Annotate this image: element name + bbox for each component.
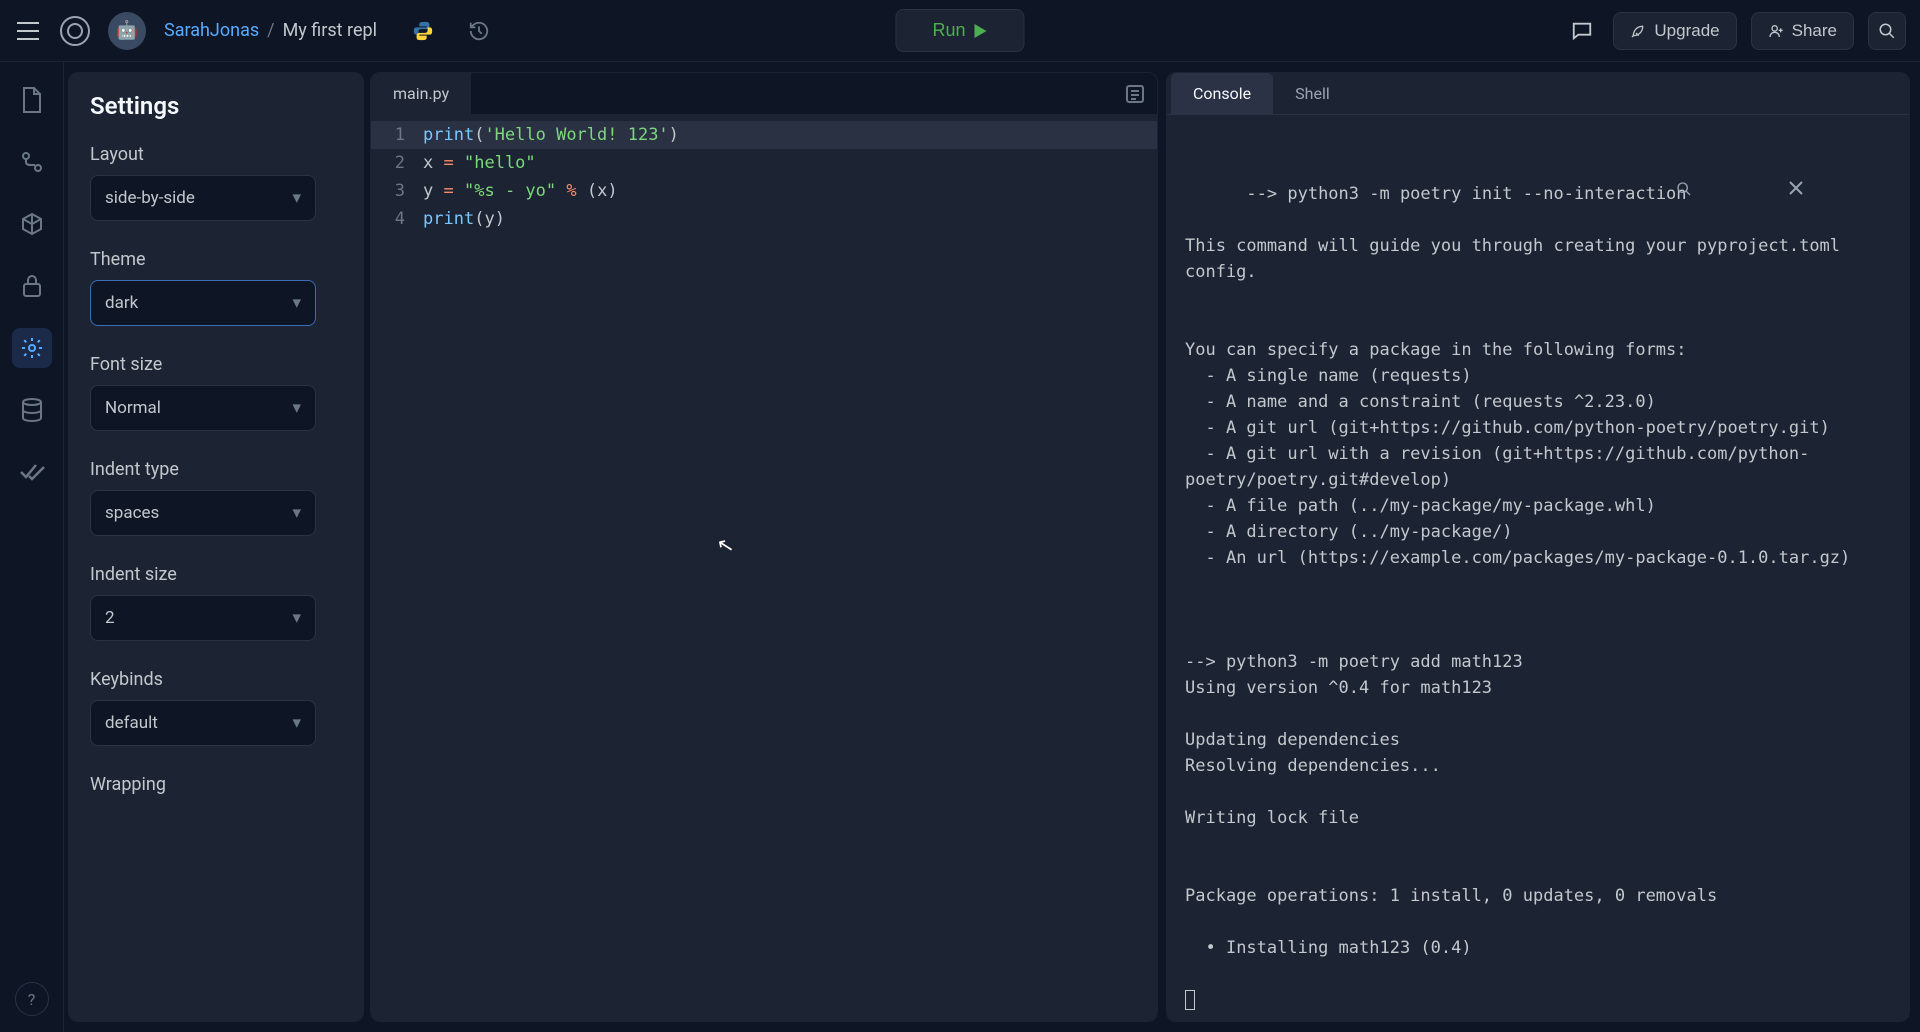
rail-secrets-icon[interactable] [12,266,52,306]
top-bar: 🤖 SarahJonas / My first repl Run Upgrade… [0,0,1920,62]
theme-select[interactable]: dark ▾ [90,280,316,326]
console-search-icon[interactable] [1676,129,1778,249]
upgrade-label: Upgrade [1654,21,1719,41]
chevron-down-icon: ▾ [292,188,301,208]
console-clear-icon[interactable] [1789,129,1891,249]
font-size-value: Normal [105,398,161,418]
chevron-down-icon: ▾ [292,293,301,313]
rocket-icon [1630,23,1646,39]
breadcrumb-separator: / [267,20,274,41]
editor-tab-main[interactable]: main.py [371,73,471,114]
chevron-down-icon: ▾ [292,608,301,628]
editor-pane: main.py 1print('Hello World! 123')2x = "… [370,72,1158,1022]
indent-size-value: 2 [105,608,115,628]
indent-size-select[interactable]: 2 ▾ [90,595,316,641]
settings-title: Settings [90,92,342,120]
pane-splitter[interactable] [1158,62,1166,1032]
avatar[interactable]: 🤖 [108,12,146,50]
indent-size-label: Indent size [90,564,342,585]
code-text: x = "hello" [423,149,1157,177]
share-button[interactable]: Share [1751,12,1854,50]
play-icon [974,24,988,38]
code-line[interactable]: 4print(y) [371,205,1157,233]
user-plus-icon [1768,23,1784,39]
rail-version-control-icon[interactable] [12,142,52,182]
code-text: print('Hello World! 123') [423,121,1157,149]
code-editor[interactable]: 1print('Hello World! 123')2x = "hello"3y… [371,115,1157,1021]
history-icon[interactable] [467,19,491,43]
run-label: Run [932,20,965,41]
rail-database-icon[interactable] [12,390,52,430]
keybinds-select[interactable]: default ▾ [90,700,316,746]
settings-panel: Settings Layout side-by-side ▾ Theme dar… [68,72,364,1022]
console-tabs: Console Shell [1167,73,1909,115]
python-icon [411,19,435,43]
chat-icon[interactable] [1565,14,1599,48]
rail-settings-icon[interactable] [12,328,52,368]
code-line[interactable]: 1print('Hello World! 123') [371,121,1157,149]
layout-label: Layout [90,144,342,165]
chevron-down-icon: ▾ [292,398,301,418]
breadcrumb-repl[interactable]: My first repl [283,20,377,41]
layout-select[interactable]: side-by-side ▾ [90,175,316,221]
code-line[interactable]: 3y = "%s - yo" % (x) [371,177,1157,205]
replit-logo-icon[interactable] [56,12,94,50]
editor-tab-label: main.py [393,84,449,103]
console-text: --> python3 -m poetry init --no-interact… [1185,184,1850,958]
code-text: print(y) [423,205,1157,233]
indent-type-value: spaces [105,503,159,523]
upgrade-button[interactable]: Upgrade [1613,12,1736,50]
line-number: 3 [371,177,423,205]
rail-files-icon[interactable] [12,80,52,120]
run-button[interactable]: Run [895,9,1024,52]
search-icon [1878,22,1896,40]
layout-value: side-by-side [105,188,195,208]
rail-checkmarks-icon[interactable] [12,452,52,492]
wrapping-label: Wrapping [90,774,342,795]
theme-value: dark [105,293,138,313]
line-number: 2 [371,149,423,177]
tab-console[interactable]: Console [1171,73,1273,114]
font-size-select[interactable]: Normal ▾ [90,385,316,431]
keybinds-label: Keybinds [90,669,342,690]
theme-label: Theme [90,249,342,270]
breadcrumb-user[interactable]: SarahJonas [164,20,259,41]
code-line[interactable]: 2x = "hello" [371,149,1157,177]
search-button[interactable] [1868,12,1906,50]
chevron-down-icon: ▾ [292,503,301,523]
menu-icon[interactable] [14,17,42,45]
font-size-label: Font size [90,354,342,375]
tab-shell[interactable]: Shell [1273,73,1352,114]
keybinds-value: default [105,713,158,733]
chevron-down-icon: ▾ [292,713,301,733]
terminal-cursor [1185,990,1195,1010]
code-text: y = "%s - yo" % (x) [423,177,1157,205]
side-rail: ? [0,62,64,1032]
markdown-preview-icon[interactable] [1125,84,1145,104]
line-number: 4 [371,205,423,233]
help-button[interactable]: ? [15,982,49,1016]
share-label: Share [1792,21,1837,41]
console-output[interactable]: --> python3 -m poetry init --no-interact… [1167,115,1909,1021]
console-pane: Console Shell --> python3 -m poetry init… [1166,72,1910,1022]
breadcrumb: SarahJonas / My first repl [164,20,377,41]
line-number: 1 [371,121,423,149]
indent-type-label: Indent type [90,459,342,480]
rail-packages-icon[interactable] [12,204,52,244]
indent-type-select[interactable]: spaces ▾ [90,490,316,536]
editor-tabs: main.py [371,73,1157,115]
